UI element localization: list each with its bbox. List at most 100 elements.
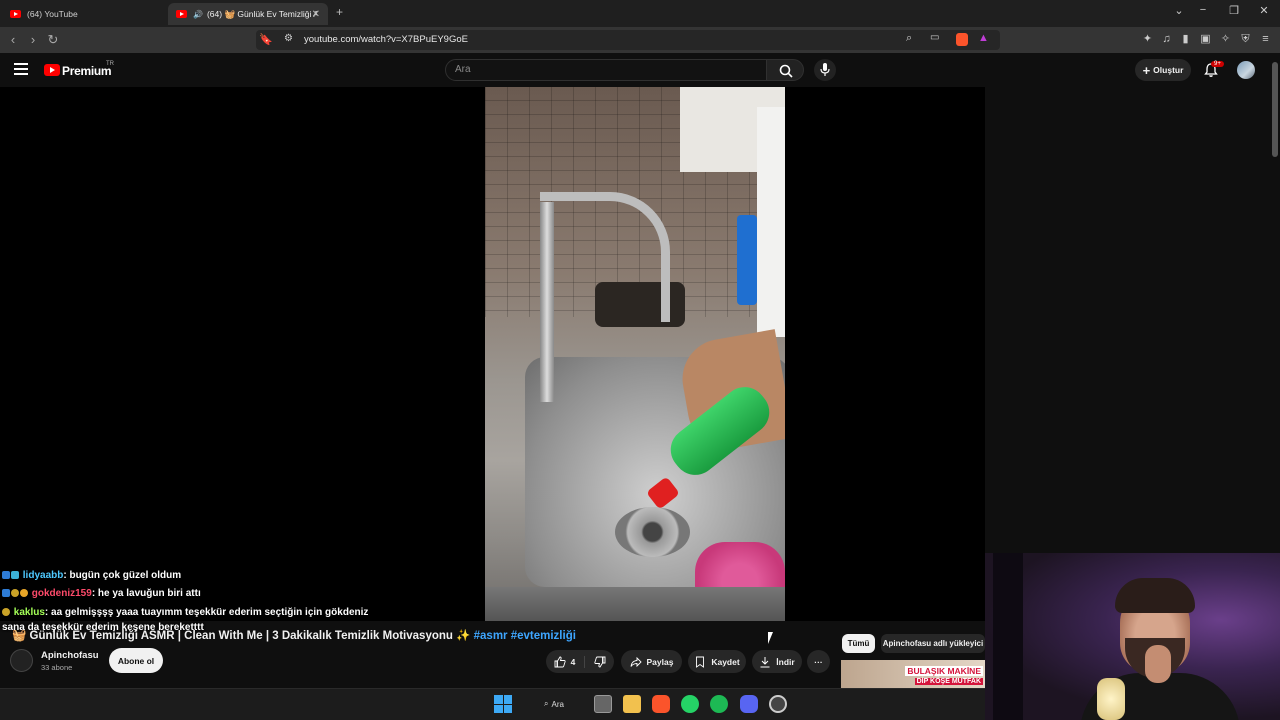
search-button[interactable] bbox=[766, 59, 804, 81]
leo-ai-icon[interactable]: ✧ bbox=[1218, 32, 1233, 47]
chat-message: kaklus: aa gelmişşşş yaaa tuayımm teşekk… bbox=[2, 607, 368, 618]
speaker-icon: 🔊 bbox=[193, 9, 203, 19]
recommended-video-thumbnail[interactable]: BULAŞIK MAKİNE DİP KÖŞE MUTFAK bbox=[841, 660, 985, 688]
youtube-logo-icon[interactable] bbox=[44, 64, 60, 76]
streamer-hair bbox=[1115, 578, 1195, 613]
share-label: Paylaş bbox=[646, 656, 674, 667]
moon-badge-icon bbox=[11, 589, 19, 597]
save-button[interactable]: Kaydet bbox=[688, 650, 746, 673]
tab-label: (64) 🧺 Günlük Ev Temizliği A bbox=[206, 8, 317, 19]
address-bar[interactable]: 🔖 ⚙ youtube.com/watch?v=X7BPuEY9GoE ⌕ ▭ … bbox=[256, 30, 1000, 50]
search-input[interactable] bbox=[445, 59, 767, 81]
browser-tab-strip: (64) YouTube 🔊 (64) 🧺 Günlük Ev Temizliğ… bbox=[0, 0, 1280, 27]
video-title: 🧺 Günlük Ev Temizliği ASMR | Clean With … bbox=[12, 628, 576, 642]
region-code: TR bbox=[106, 61, 114, 67]
windows-taskbar bbox=[0, 688, 985, 720]
like-dislike-group: 4 bbox=[546, 650, 614, 673]
thumbnail-title-line1: BULAŞIK MAKİNE bbox=[905, 666, 983, 676]
share-icon bbox=[630, 656, 642, 667]
whatsapp-icon[interactable] bbox=[681, 695, 699, 713]
video-frame[interactable] bbox=[485, 87, 785, 621]
back-icon[interactable]: ‹ bbox=[3, 30, 23, 50]
forward-icon[interactable]: › bbox=[23, 30, 43, 50]
chat-message: lidyaabb: bugün çok güzel oldum bbox=[2, 570, 181, 581]
download-button[interactable]: İndir bbox=[752, 650, 802, 673]
search-placeholder: Ara bbox=[455, 64, 471, 75]
brave-shields-icon[interactable] bbox=[956, 33, 968, 46]
url-text[interactable]: youtube.com/watch?v=X7BPuEY9GoE bbox=[304, 34, 468, 45]
youtube-favicon-icon bbox=[10, 10, 21, 18]
chat-badge-icon bbox=[20, 589, 28, 597]
bookmark-icon[interactable]: 🔖 bbox=[259, 33, 273, 46]
new-tab-button[interactable]: + bbox=[336, 5, 343, 19]
shelf bbox=[993, 553, 1023, 720]
download-icon bbox=[760, 656, 770, 667]
video-hashtags[interactable]: #asmr #evtemizliği bbox=[474, 630, 576, 642]
hamburger-menu-icon[interactable] bbox=[14, 63, 28, 75]
voice-search-button[interactable] bbox=[814, 59, 836, 81]
restore-icon[interactable]: ❐ bbox=[1219, 4, 1249, 17]
cast-icon[interactable]: ▭ bbox=[930, 32, 939, 43]
chat-badge-icon bbox=[2, 589, 10, 597]
taskbar-search-label: Ara bbox=[551, 699, 564, 709]
site-info-icon[interactable]: ⚙ bbox=[284, 33, 293, 44]
scrollbar-thumb[interactable] bbox=[1272, 62, 1278, 157]
chat-text: : bugün çok güzel oldum bbox=[63, 570, 182, 581]
close-window-icon[interactable]: ✕ bbox=[1249, 4, 1279, 17]
reload-icon[interactable]: ↻ bbox=[43, 30, 63, 50]
channel-avatar[interactable] bbox=[10, 649, 33, 672]
youtube-header: Premium TR Ara + Oluştur 9+ bbox=[0, 53, 1270, 88]
thumbs-down-icon bbox=[594, 656, 606, 667]
search-icon bbox=[779, 64, 793, 78]
thumbnail-title-line2: DİP KÖŞE MUTFAK bbox=[914, 678, 983, 685]
sink-drain bbox=[615, 507, 690, 557]
extensions-icon[interactable]: ✦ bbox=[1140, 32, 1155, 47]
channel-name[interactable]: Apinchofasu bbox=[41, 650, 99, 661]
subscribe-button[interactable]: Abone ol bbox=[109, 648, 163, 673]
minimize-icon[interactable]: − bbox=[1188, 4, 1218, 16]
chat-username: lidyaabb bbox=[22, 570, 64, 581]
spotify-icon[interactable] bbox=[710, 695, 728, 713]
browser-menu-icon[interactable]: ≡ bbox=[1258, 32, 1273, 47]
media-icon[interactable]: ♫ bbox=[1159, 32, 1174, 47]
share-button[interactable]: Paylaş bbox=[621, 650, 682, 673]
like-button[interactable]: 4 bbox=[554, 655, 586, 668]
subscriber-count: 33 abone bbox=[41, 663, 73, 672]
sidebar-icon[interactable]: ▮ bbox=[1178, 32, 1193, 47]
close-tab-icon[interactable]: ✕ bbox=[312, 9, 320, 20]
chip-uploader[interactable]: Apinchofasu adlı yükleyici bbox=[881, 634, 985, 653]
create-label: Oluştur bbox=[1153, 65, 1184, 75]
tab-current-video[interactable]: 🔊 (64) 🧺 Günlük Ev Temizliği A ✕ bbox=[168, 3, 328, 25]
thumbs-up-icon bbox=[554, 656, 566, 667]
windows-start-icon[interactable] bbox=[494, 695, 512, 713]
youtube-brand[interactable]: Premium bbox=[62, 64, 112, 78]
browser-toolbar: ‹ › ↻ 🔖 ⚙ youtube.com/watch?v=X7BPuEY9Go… bbox=[0, 27, 1280, 53]
chip-all[interactable]: Tümü bbox=[842, 634, 875, 653]
dish-soap-bottle bbox=[737, 215, 757, 305]
zoom-icon[interactable]: ⌕ bbox=[906, 32, 912, 45]
chat-username: gokdeniz159 bbox=[31, 588, 92, 599]
chat-badge-icon bbox=[2, 571, 10, 579]
more-actions-button[interactable]: ··· bbox=[807, 650, 830, 673]
vpn-icon[interactable]: ⛨ bbox=[1238, 32, 1253, 47]
tab-youtube-home[interactable]: (64) YouTube bbox=[2, 3, 162, 25]
countertop bbox=[485, 587, 785, 621]
chat-text: : he ya lavuğun biri attı bbox=[91, 588, 201, 599]
dislike-button[interactable] bbox=[585, 656, 606, 668]
brave-browser-icon[interactable] bbox=[652, 695, 670, 713]
discord-icon[interactable] bbox=[740, 695, 758, 713]
task-view-icon[interactable] bbox=[594, 695, 612, 713]
webcam-overlay bbox=[985, 553, 1280, 720]
account-avatar[interactable] bbox=[1237, 61, 1255, 79]
fridge bbox=[757, 107, 785, 337]
taskbar-search[interactable]: ⌕ Ara bbox=[530, 693, 578, 715]
youtube-favicon-icon bbox=[176, 10, 187, 18]
download-label: İndir bbox=[776, 656, 795, 667]
wallet-icon[interactable]: ▣ bbox=[1198, 32, 1213, 47]
create-button[interactable]: + Oluştur bbox=[1135, 59, 1191, 81]
brave-rewards-icon[interactable]: ▲ bbox=[978, 32, 989, 44]
desk-lamp bbox=[1097, 678, 1125, 720]
obs-icon[interactable] bbox=[769, 695, 787, 713]
streamer-hand bbox=[1145, 645, 1171, 683]
file-explorer-icon[interactable] bbox=[623, 695, 641, 713]
